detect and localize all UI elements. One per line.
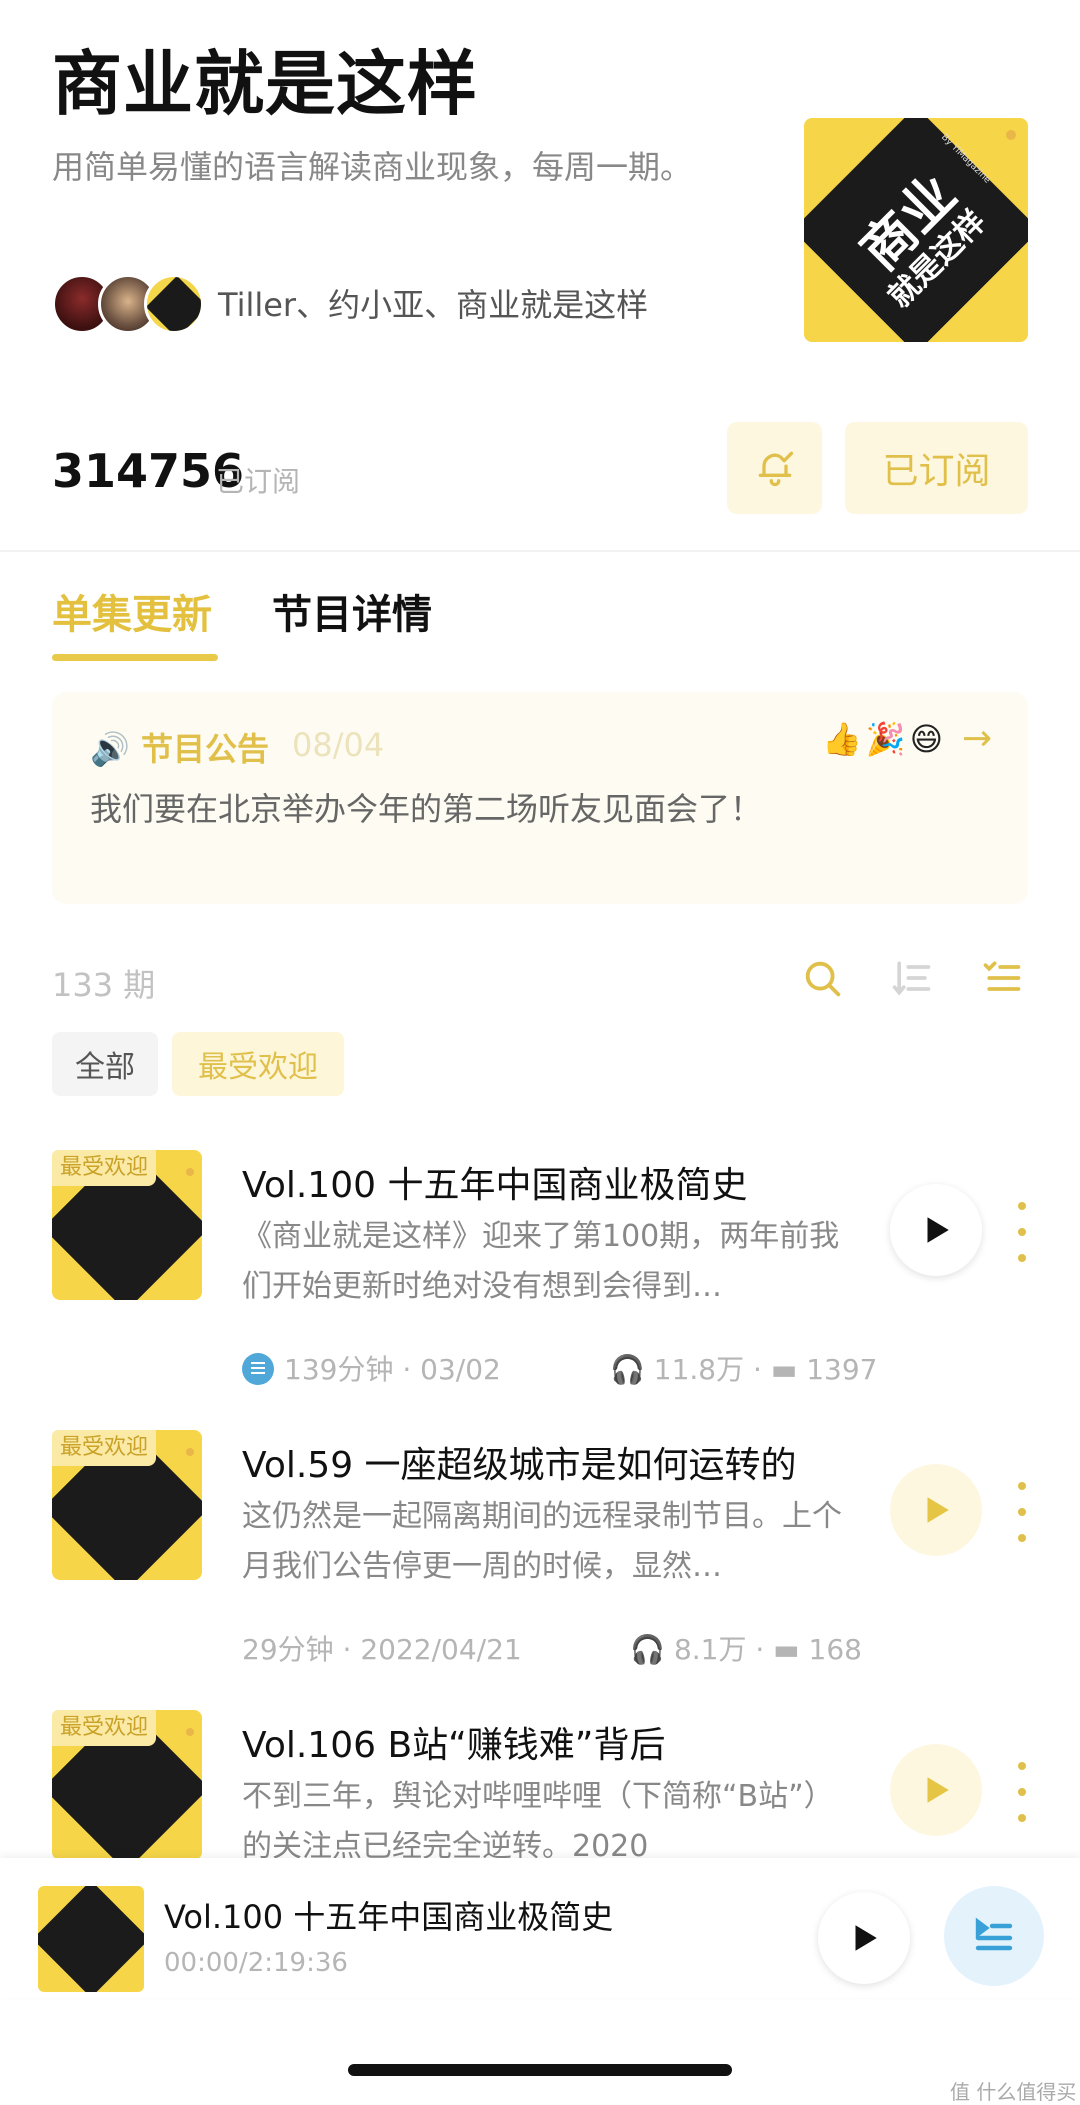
tab-episodes[interactable]: 单集更新 <box>52 582 212 640</box>
bell-check-icon <box>758 451 793 487</box>
announcement-card[interactable]: 🔊 节目公告 08/04 👍🎉😄 → 我们要在北京举办今年的第二场听友见面会了！ <box>52 692 1028 904</box>
avatar <box>144 274 204 334</box>
episode-description: 《商业就是这样》迎来了第100期，两年前我们开始更新时绝对没有想到会得到… <box>242 1219 840 1304</box>
announcement-title: 🔊 节目公告 <box>90 730 269 768</box>
play-button[interactable] <box>890 1464 982 1556</box>
filter-chip-all[interactable]: 全部 <box>52 1032 158 1096</box>
episode-meta: 139分钟 · 03/02 <box>242 1348 501 1388</box>
speaker-icon: 🔊 <box>90 730 130 768</box>
play-button[interactable] <box>890 1744 982 1836</box>
tab-details[interactable]: 节目详情 <box>272 582 432 640</box>
episode-title[interactable]: Vol.100 十五年中国商业极简史 <box>242 1156 747 1208</box>
divider <box>0 550 1080 552</box>
watermark: 值 什么值得买 <box>950 2080 1077 2104</box>
announcement-date: 08/04 <box>292 726 385 764</box>
transcript-icon <box>242 1353 274 1385</box>
episode-meta: 29分钟 · 2022/04/21 <box>242 1633 522 1666</box>
episode-count: 133 期 <box>52 966 156 1004</box>
more-options-icon[interactable] <box>1010 1762 1034 1822</box>
episode-title[interactable]: Vol.106 B站“赚钱难”背后 <box>242 1716 665 1768</box>
notification-button[interactable] <box>727 422 822 514</box>
episode-description: 这仍然是一起隔离期间的远程录制节目。上个月我们公告停更一周的时候，显然… <box>242 1499 842 1584</box>
episode-stats: 🎧 11.8万 · ▬ 1397 <box>610 1353 878 1386</box>
filter-chip-popular[interactable]: 最受欢迎 <box>172 1032 344 1096</box>
arrow-right-icon[interactable]: → <box>962 718 992 759</box>
episode-description: 不到三年，舆论对哔哩哔哩（下简称“B站”）的关注点已经完全逆转。2020 <box>242 1779 834 1864</box>
player-cover <box>38 1886 144 1992</box>
podcast-description: 用简单易懂的语言解读商业现象，每周一期。 <box>52 148 693 186</box>
headphones-icon: 🎧 <box>610 1353 645 1386</box>
filter-list-icon[interactable] <box>980 956 1024 1004</box>
player-title[interactable]: Vol.100 十五年中国商业极简史 <box>164 1892 613 1938</box>
playlist-icon <box>975 1917 1013 1951</box>
episode-item[interactable]: 最受欢迎 Vol.100 十五年中国商业极简史 《商业就是这样》迎来了第100期… <box>0 1150 1080 1430</box>
announcement-body: 我们要在北京举办今年的第二场听友见面会了！ <box>90 790 763 828</box>
player-time: 00:00/2:19:36 <box>164 1948 348 1978</box>
headphones-icon: 🎧 <box>630 1633 666 1666</box>
more-options-icon[interactable] <box>1010 1202 1034 1262</box>
play-icon <box>855 1925 877 1951</box>
podcast-title: 商业就是这样 <box>52 43 478 125</box>
comment-icon: ▬ <box>770 1353 798 1386</box>
host-avatars[interactable] <box>52 274 212 336</box>
playlist-button[interactable] <box>944 1886 1044 1986</box>
search-icon[interactable] <box>800 956 846 1006</box>
play-icon <box>927 1497 949 1523</box>
episode-stats: 🎧 8.1万 · ▬ 168 <box>630 1633 862 1666</box>
episode-item[interactable]: 最受欢迎 Vol.59 一座超级城市是如何运转的 这仍然是一起隔离期间的远程录制… <box>0 1430 1080 1710</box>
popular-badge: 最受欢迎 <box>52 1710 157 1746</box>
comment-icon: ▬ <box>773 1633 800 1666</box>
subscribed-button[interactable]: 已订阅 <box>845 422 1028 514</box>
play-icon <box>927 1777 949 1803</box>
mini-player[interactable]: Vol.100 十五年中国商业极简史 00:00/2:19:36 <box>0 1858 1080 1998</box>
play-button[interactable] <box>890 1184 982 1276</box>
popular-badge: 最受欢迎 <box>52 1150 157 1186</box>
sort-icon[interactable] <box>890 956 934 1004</box>
home-indicator <box>348 2064 732 2076</box>
tab-indicator <box>52 654 218 661</box>
more-options-icon[interactable] <box>1010 1482 1034 1542</box>
episode-title[interactable]: Vol.59 一座超级城市是如何运转的 <box>242 1436 797 1488</box>
host-names[interactable]: Tiller、约小亚、商业就是这样 <box>218 280 648 326</box>
subscriber-label: 已订阅 <box>216 465 301 498</box>
podcast-cover[interactable]: 商业 就是这样 By YiMagazine <box>804 118 1028 342</box>
popular-badge: 最受欢迎 <box>52 1430 157 1466</box>
emoji-reactions: 👍🎉😄 <box>822 720 948 758</box>
player-play-button[interactable] <box>818 1892 910 1984</box>
play-icon <box>927 1217 949 1243</box>
